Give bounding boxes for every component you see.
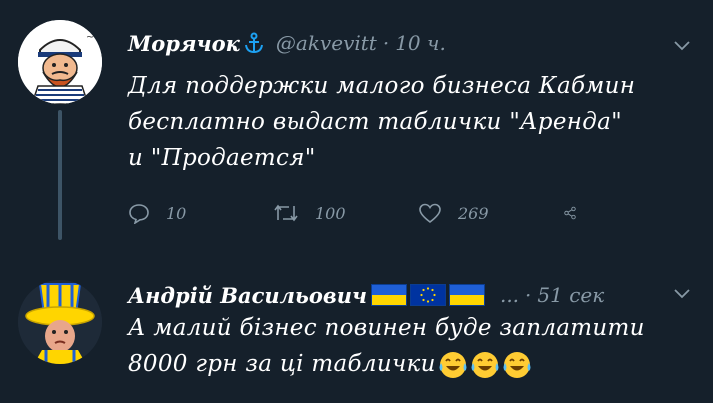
ukraine-flag-icon bbox=[370, 284, 407, 306]
timestamp[interactable]: 51 сек bbox=[537, 283, 604, 307]
fan-avatar-icon bbox=[18, 280, 102, 364]
share-icon bbox=[564, 206, 576, 220]
retweet-icon bbox=[274, 204, 298, 222]
tweet-text-line: Для поддержки малого бизнеса Кабмин bbox=[128, 73, 636, 99]
chevron-down-icon[interactable] bbox=[673, 284, 691, 302]
tears-of-joy-emoji-group bbox=[438, 350, 534, 380]
author-handle[interactable]: @akvevitt bbox=[276, 31, 377, 55]
like-count: 269 bbox=[458, 203, 489, 223]
timestamp[interactable]: 10 ч. bbox=[395, 31, 446, 55]
like-button[interactable]: 269 bbox=[418, 202, 563, 224]
eu-flag-icon bbox=[409, 284, 446, 306]
tweet[interactable]: ~ Морячок @akvevitt · 10 ч. Для поддержк… bbox=[0, 0, 713, 240]
thread-connector bbox=[58, 110, 62, 240]
author-name[interactable]: Андрій Васильович bbox=[128, 283, 367, 308]
svg-text:~: ~ bbox=[86, 32, 94, 43]
tweet-text-line: и "Продается" bbox=[128, 145, 316, 171]
avatar[interactable]: ~ bbox=[18, 20, 102, 104]
author-name[interactable]: Морячок bbox=[128, 31, 240, 56]
separator-dot: · bbox=[382, 31, 390, 55]
reply-button[interactable]: 10 bbox=[128, 202, 273, 224]
ukraine-flag-icon bbox=[448, 284, 485, 306]
tweet-header: Морячок @akvevitt · 10 ч. bbox=[128, 28, 446, 58]
tweet-text: А малий бізнес повинен буде заплатити 80… bbox=[128, 310, 708, 382]
anchor-icon bbox=[244, 32, 264, 54]
tweet-text-line: А малий бізнес повинен буде заплатити bbox=[128, 315, 645, 341]
heart-icon bbox=[419, 203, 441, 224]
separator-dot: · bbox=[525, 283, 532, 307]
sailor-avatar-icon: ~ bbox=[18, 20, 102, 104]
author-handle[interactable]: ... bbox=[500, 283, 519, 307]
avatar[interactable] bbox=[18, 280, 102, 364]
chevron-down-icon[interactable] bbox=[673, 36, 691, 54]
tweet[interactable]: Андрій Васильович ... · 51 сек А малий б… bbox=[0, 240, 713, 403]
tweet-actions: 10 100 269 bbox=[128, 198, 608, 228]
retweet-button[interactable]: 100 bbox=[273, 202, 418, 224]
tweet-text-line: бесплатно выдаст таблички "Аренда" bbox=[128, 109, 622, 135]
timeline: ~ Морячок @akvevitt · 10 ч. Для поддержк… bbox=[0, 0, 713, 403]
tweet-text-line: 8000 грн за ці таблички bbox=[128, 346, 708, 382]
reply-icon bbox=[129, 204, 149, 224]
tweet-text: Для поддержки малого бизнеса Кабмин бесп… bbox=[128, 68, 693, 176]
tweet-text-fragment: 8000 грн за ці таблички bbox=[128, 351, 436, 377]
tears-of-joy-icon bbox=[503, 352, 531, 378]
tears-of-joy-icon bbox=[471, 352, 499, 378]
tears-of-joy-icon bbox=[439, 352, 467, 378]
flags-emoji bbox=[370, 284, 488, 306]
tweet-header: Андрій Васильович ... · 51 сек bbox=[128, 280, 604, 310]
retweet-count: 100 bbox=[315, 203, 346, 223]
share-button[interactable] bbox=[563, 201, 593, 225]
reply-count: 10 bbox=[166, 203, 187, 223]
